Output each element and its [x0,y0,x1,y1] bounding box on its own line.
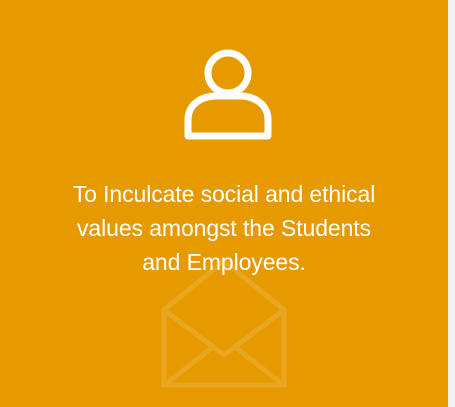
value-card: To Inculcate social and ethical values a… [0,0,448,407]
card-description: To Inculcate social and ethical values a… [20,177,428,279]
card-text-line: values amongst the Students [77,215,371,241]
card-text-line: To Inculcate social and ethical [72,181,376,207]
user-icon [184,49,272,140]
page-background [448,0,455,407]
card-text-line: and Employees. [142,249,306,275]
